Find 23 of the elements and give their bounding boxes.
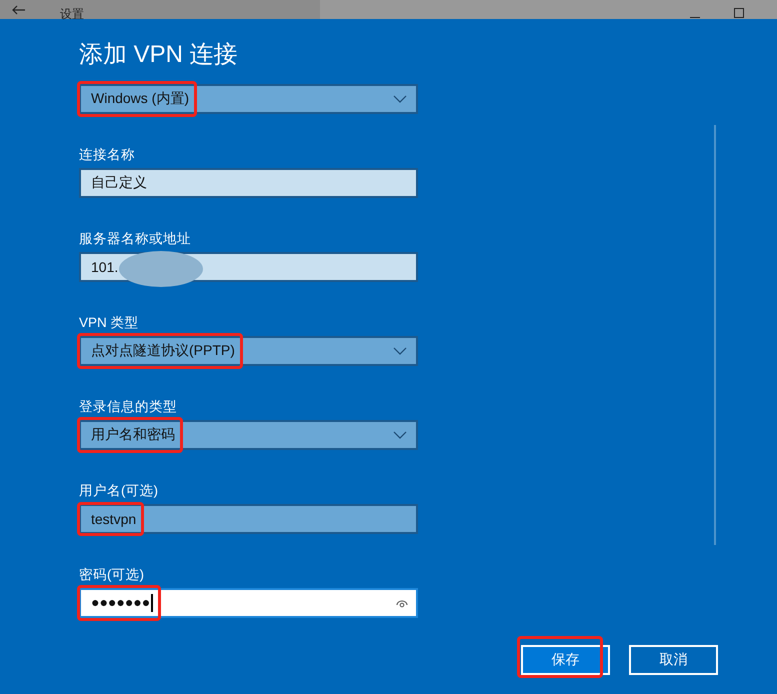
field-label: 用户名(可选)	[79, 482, 158, 500]
password-field[interactable]: ●●●●●●●	[79, 588, 418, 618]
chevron-down-icon	[393, 347, 407, 355]
field-label: 密码(可选)	[79, 566, 144, 584]
chevron-down-icon	[393, 431, 407, 439]
back-icon[interactable]	[12, 4, 26, 14]
input-field[interactable]: testvpn	[79, 504, 418, 534]
page-heading: 添加 VPN 连接	[79, 40, 239, 70]
field-label: 登录信息的类型	[79, 398, 177, 416]
secondary-button[interactable]: 取消	[629, 645, 718, 675]
dropdown[interactable]: 点对点隧道协议(PPTP)	[79, 336, 418, 366]
input-field[interactable]: 自己定义	[79, 168, 418, 198]
field-label: 服务器名称或地址	[79, 230, 191, 248]
chevron-down-icon	[393, 95, 407, 103]
scrollbar[interactable]	[714, 125, 716, 545]
field-label: 连接名称	[79, 146, 135, 164]
field-label: VPN 类型	[79, 314, 139, 332]
window-title: 设置	[60, 6, 84, 23]
maximize-icon[interactable]	[733, 6, 745, 18]
dropdown[interactable]: 用户名和密码	[79, 420, 418, 450]
dropdown[interactable]: Windows (内置)	[79, 84, 418, 114]
eye-icon[interactable]	[396, 599, 408, 608]
primary-button[interactable]: 保存	[521, 645, 610, 675]
